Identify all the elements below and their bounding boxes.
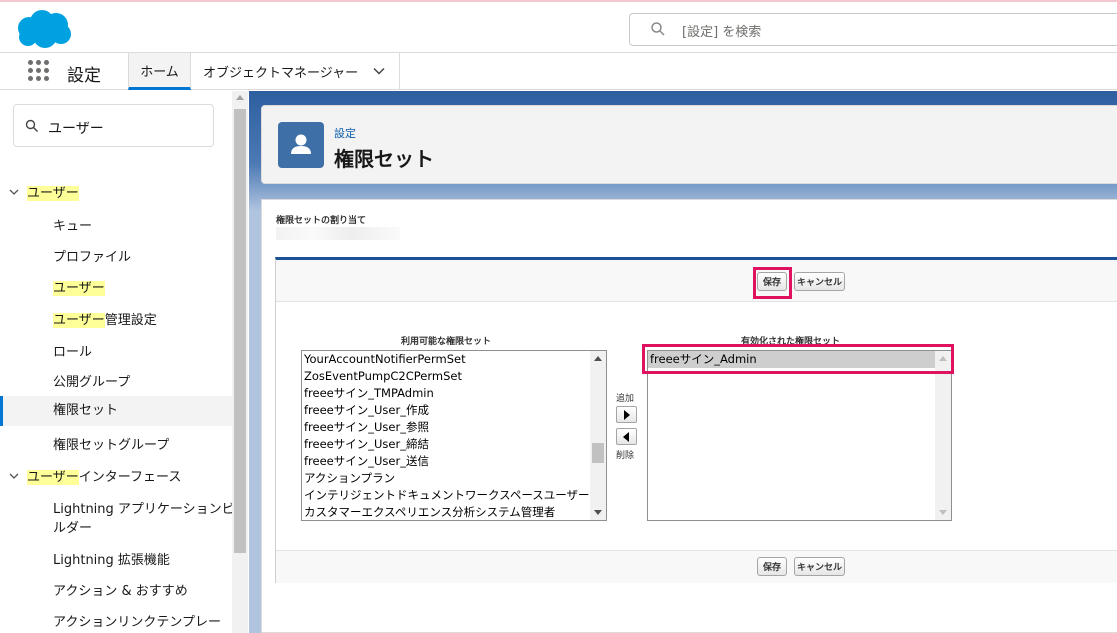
search-placeholder: [設定] を検索 xyxy=(682,25,762,40)
salesforce-logo[interactable] xyxy=(14,8,74,50)
available-list-scrollbar[interactable] xyxy=(590,351,606,520)
remove-label: 削除 xyxy=(616,451,635,461)
tree-item-roles[interactable]: ロール xyxy=(53,341,92,360)
user-icon xyxy=(278,122,324,168)
list-option[interactable]: ZosEventPumpC2CPermSet xyxy=(302,368,606,385)
list-option[interactable]: YourAccountNotifierPermSet xyxy=(302,351,606,368)
main-content-area: 設定 権限セット 権限セットの割り当て 保存 キャンセル 利用可能な権限セット … xyxy=(249,91,1117,633)
page-header: 設定 権限セット xyxy=(261,105,1117,184)
tree-item-lightning-app-builder-cont[interactable]: ルダー xyxy=(53,517,92,536)
sidebar-scrollbar[interactable] xyxy=(232,91,248,633)
list-option[interactable]: アクションプラン xyxy=(302,470,606,487)
list-option[interactable]: freeeサイン_User_参照 xyxy=(302,419,606,436)
page-title: 権限セット xyxy=(334,147,434,171)
top-button-bar xyxy=(276,260,1117,302)
chevron-down-icon[interactable] xyxy=(9,187,19,197)
list-option[interactable]: freeeサイン_TMPAdmin xyxy=(302,385,606,402)
tree-item-profiles[interactable]: プロファイル xyxy=(53,246,131,265)
tab-object-manager-label: オブジェクトマネージャー xyxy=(203,66,359,81)
chevron-down-icon[interactable] xyxy=(9,471,19,481)
tree-item-user-management-settings[interactable]: ユーザー管理設定 xyxy=(53,309,157,328)
enabled-permission-sets-list[interactable]: freeeサイン_Admin xyxy=(647,350,952,521)
tree-group-users[interactable]: ユーザー xyxy=(27,182,79,201)
enabled-list-scrollbar[interactable] xyxy=(935,351,951,520)
scroll-up-icon[interactable] xyxy=(594,356,602,361)
tree-item-lightning-extensions[interactable]: Lightning 拡張機能 xyxy=(53,549,170,568)
setup-sidebar: ユーザー ユーザー キュー プロファイル ユーザー ユーザー管理設定 ロール 公… xyxy=(0,91,248,633)
remove-arrow-button[interactable] xyxy=(616,428,637,445)
tree-item-permission-sets[interactable]: 権限セット xyxy=(0,396,232,426)
list-option[interactable]: freeeサイン_User_締結 xyxy=(302,436,606,453)
tree-item-public-groups[interactable]: 公開グループ xyxy=(53,371,130,390)
scrollbar-thumb[interactable] xyxy=(234,109,246,553)
global-search-input[interactable]: [設定] を検索 xyxy=(629,13,1117,46)
app-name: 設定 xyxy=(67,66,101,86)
tree-group-user-interface[interactable]: ユーザーインターフェース xyxy=(27,466,181,485)
tree-item-actions-recommendations[interactable]: アクション & おすすめ xyxy=(53,580,188,599)
scroll-down-icon[interactable] xyxy=(594,510,602,515)
cancel-button-bottom[interactable]: キャンセル xyxy=(794,557,845,576)
save-button-bottom[interactable]: 保存 xyxy=(757,557,787,576)
arrow-right-icon xyxy=(624,410,630,420)
add-label: 追加 xyxy=(616,394,635,404)
redacted-user-name xyxy=(276,227,400,240)
bottom-button-bar xyxy=(276,550,1117,583)
tab-home[interactable]: ホーム xyxy=(128,53,191,90)
section-title: 権限セットの割り当て xyxy=(276,216,367,226)
tree-item-action-link-templates[interactable]: アクションリンクテンプレー xyxy=(53,611,221,630)
tree-item-permission-set-groups[interactable]: 権限セットグループ xyxy=(53,434,169,453)
page-eyebrow[interactable]: 設定 xyxy=(334,125,356,141)
add-arrow-button[interactable] xyxy=(616,406,637,423)
list-option[interactable]: freeeサイン_User_作成 xyxy=(302,402,606,419)
app-nav-bar: 設定 ホーム オブジェクトマネージャー xyxy=(0,53,1117,90)
tree-item-lightning-app-builder[interactable]: Lightning アプリケーションビ xyxy=(53,498,235,517)
tree-item-users[interactable]: ユーザー xyxy=(53,277,105,296)
list-option[interactable]: カスタマーエクスペリエンス分析システム管理者 xyxy=(302,504,606,520)
available-permission-sets-list[interactable]: YourAccountNotifierPermSet ZosEventPumpC2… xyxy=(301,350,607,521)
global-header: [設定] を検索 xyxy=(0,0,1117,53)
search-icon xyxy=(25,119,38,132)
app-launcher-icon[interactable] xyxy=(28,60,50,82)
search-icon xyxy=(651,22,665,36)
available-label: 利用可能な権限セット xyxy=(401,337,492,347)
scroll-up-icon[interactable] xyxy=(236,95,244,100)
chevron-down-icon[interactable] xyxy=(373,65,385,77)
highlight-box-save xyxy=(753,267,792,299)
quick-find-value: ユーザー xyxy=(48,121,104,137)
available-options: YourAccountNotifierPermSet ZosEventPumpC2… xyxy=(302,351,606,520)
highlight-box-enabled xyxy=(642,344,954,374)
list-option[interactable]: freeeサイン_User_送信 xyxy=(302,453,606,470)
scrollbar-thumb[interactable] xyxy=(592,443,604,463)
tab-object-manager[interactable]: オブジェクトマネージャー xyxy=(191,53,400,90)
assignment-panel: 保存 キャンセル 利用可能な権限セット 有効化された権限セット YourAcco… xyxy=(275,257,1117,583)
permission-set-assignment: 権限セットの割り当て 保存 キャンセル 利用可能な権限セット 有効化された権限セ… xyxy=(261,199,1117,633)
scroll-down-icon[interactable] xyxy=(939,510,947,515)
arrow-left-icon xyxy=(623,432,629,442)
tree-item-queues[interactable]: キュー xyxy=(53,215,92,234)
list-option[interactable]: インテリジェントドキュメントワークスペースユーザー xyxy=(302,487,606,504)
cancel-button[interactable]: キャンセル xyxy=(794,272,845,291)
quick-find-input[interactable]: ユーザー xyxy=(13,104,214,147)
